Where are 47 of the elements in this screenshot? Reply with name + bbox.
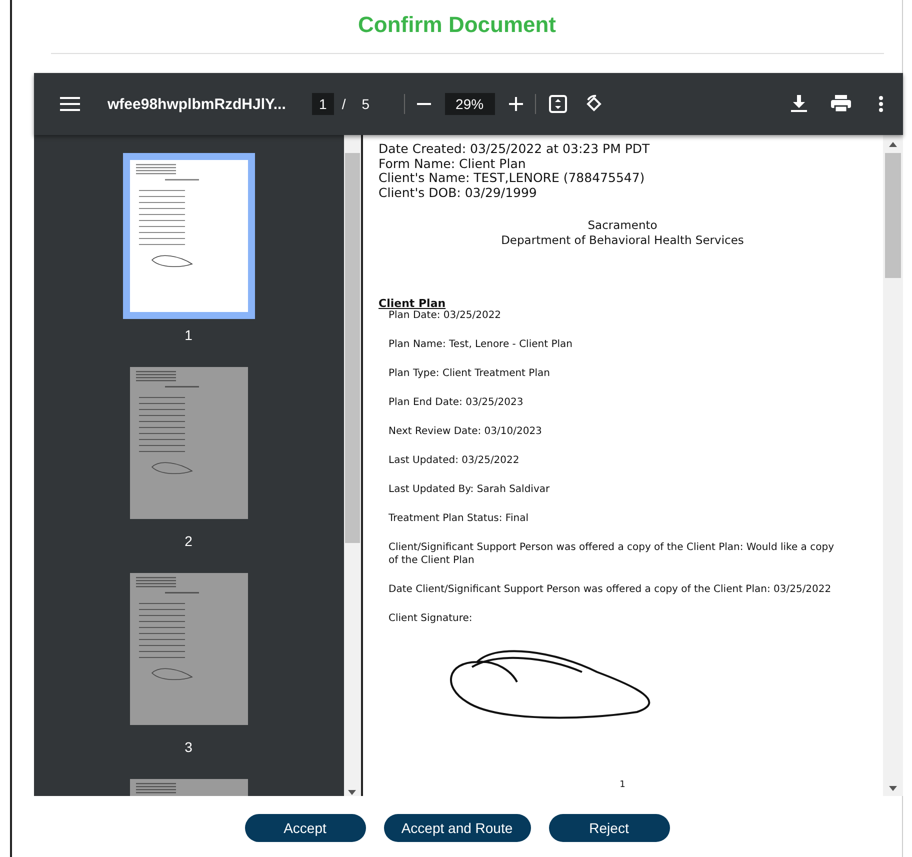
action-button[interactable]: Accept xyxy=(244,814,366,842)
header-line: Date Created: 03/25/2022 at 03:23 PM PDT xyxy=(378,142,651,156)
file-name: wfee98hwplbmRzdHJlY... xyxy=(108,96,286,112)
page-total: 5 xyxy=(362,96,370,112)
fit-page-icon[interactable] xyxy=(548,94,568,114)
field-line: Plan Type: Client Treatment Plan xyxy=(388,368,551,380)
organization-line: Sacramento xyxy=(586,218,658,232)
field-line: Last Updated By: Sarah Saldivar xyxy=(388,484,551,496)
scrollbar-thumb[interactable] xyxy=(884,153,900,278)
field-line: Date Client/Significant Support Person was offered a copy of the Client Plan: 03/25/2022 xyxy=(388,584,832,596)
scrollbar[interactable] xyxy=(882,135,902,796)
section-title: Client Plan xyxy=(378,297,447,310)
page-number-field[interactable]: 1 xyxy=(312,93,334,115)
page-title: Confirm Document xyxy=(358,12,556,38)
more-icon[interactable] xyxy=(878,96,882,112)
download-icon[interactable] xyxy=(790,95,806,113)
scroll-down-icon[interactable] xyxy=(888,786,896,792)
organization-line: Department of Behavioral Health Services xyxy=(500,232,745,247)
header-line: Client's Name: TEST,LENORE (788475547) xyxy=(378,171,646,186)
print-icon[interactable] xyxy=(830,95,850,113)
scrollbar[interactable] xyxy=(344,135,360,796)
field-line: Treatment Plan Status: Final xyxy=(388,513,530,526)
scroll-up-icon[interactable] xyxy=(888,141,896,147)
zoom-field[interactable]: 29% xyxy=(444,93,495,115)
field-line: Plan Date: 03/25/2022 xyxy=(388,310,502,322)
scrollbar-thumb[interactable] xyxy=(344,153,360,543)
page-thumbnail[interactable] xyxy=(130,573,248,725)
page-separator: / xyxy=(342,96,346,112)
field-line: Plan End Date: 03/25/2023 xyxy=(388,397,524,410)
page-thumbnail[interactable] xyxy=(122,153,254,319)
header-line: Client's DOB: 03/29/1999 xyxy=(378,186,538,200)
field-line: Client/Significant Support Person was offered a copy of the Client Plan: Would like a copy of the Client Plan xyxy=(388,542,835,567)
action-button[interactable]: Accept and Route xyxy=(384,814,530,842)
field-line: Plan Name: Test, Lenore - Client Plan xyxy=(388,339,574,352)
field-line: Next Review Date: 03/10/2023 xyxy=(388,426,543,438)
page-thumbnail[interactable] xyxy=(130,367,248,519)
thumbnail-label: 3 xyxy=(184,739,192,755)
action-button[interactable]: Reject xyxy=(548,814,670,842)
header-line: Form Name: Client Plan xyxy=(378,156,527,171)
field-line: Last Updated: 03/25/2022 xyxy=(388,455,520,468)
zoom-in-icon[interactable] xyxy=(508,97,523,111)
page-number: 1 xyxy=(618,780,626,790)
scroll-down-icon[interactable] xyxy=(348,790,356,796)
field-line: Client Signature: xyxy=(388,612,474,625)
thumbnail-label: 2 xyxy=(184,533,192,549)
menu-icon[interactable] xyxy=(60,96,80,112)
thumbnail-label: 1 xyxy=(184,327,192,343)
